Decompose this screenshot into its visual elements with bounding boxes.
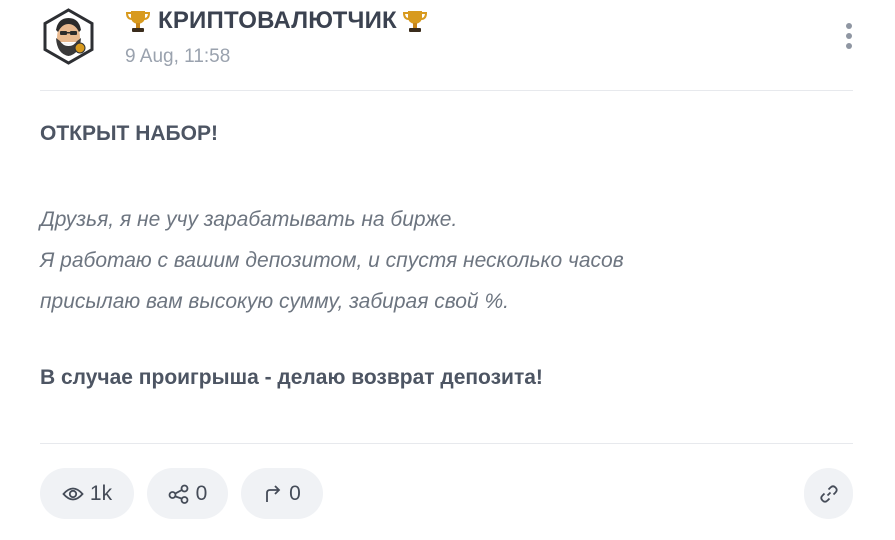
link-icon (819, 484, 838, 503)
more-options-button[interactable] (838, 18, 860, 54)
post-line: Друзья, я не учу зарабатывать на бирже. (40, 208, 458, 231)
more-vertical-icon (846, 23, 852, 29)
share-icon (168, 484, 189, 504)
post-body: ОТКРЫТ НАБОР! Друзья, я не учу зарабатыв… (40, 117, 840, 393)
shares-button[interactable]: 0 (147, 468, 228, 519)
views-button[interactable]: 1k (40, 468, 134, 519)
views-count: 1k (89, 481, 113, 505)
post-closing-text: В случае проигрыша - делаю возврат депоз… (40, 366, 543, 389)
author-row: КРИПТОВАЛЮТЧИК (126, 6, 427, 36)
author-name[interactable]: КРИПТОВАЛЮТЧИК (158, 7, 397, 35)
post-card: КРИПТОВАЛЮТЧИК 9 Aug, 11:58 ОТКРЫТ НАБОР… (0, 0, 895, 540)
trophy-icon (126, 8, 150, 34)
post-line: присылаю вам высокую сумму, забирая свой… (40, 290, 509, 313)
copy-link-button[interactable] (804, 468, 853, 519)
forwards-count: 0 (289, 481, 301, 505)
post-timestamp: 9 Aug, 11:58 (125, 46, 231, 67)
eye-icon (62, 487, 84, 500)
post-heading: ОТКРЫТ НАБОР! (40, 122, 218, 145)
forward-arrow-icon (266, 484, 281, 502)
trophy-icon (402, 8, 427, 34)
post-actions: 1k 0 0 (40, 468, 323, 519)
bearded-man-avatar-icon (43, 8, 94, 65)
footer-divider (40, 443, 853, 444)
post-line: Я работаю с вашим депозитом, и спустя не… (40, 249, 624, 272)
forwards-button[interactable]: 0 (241, 468, 323, 519)
author-avatar[interactable] (40, 8, 97, 65)
post-italic-text: Друзья, я не учу зарабатывать на бирже. … (40, 199, 840, 322)
shares-count: 0 (195, 481, 208, 505)
header-divider (40, 90, 853, 91)
